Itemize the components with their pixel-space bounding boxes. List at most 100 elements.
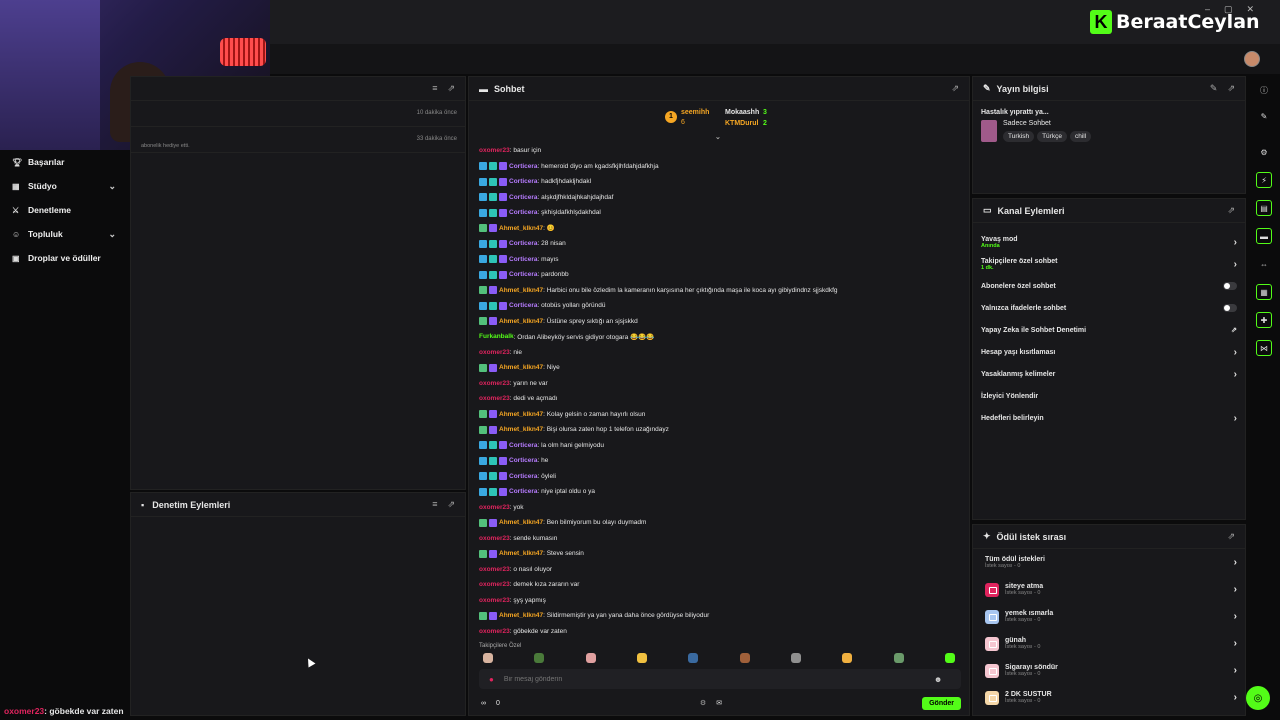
chevron-right-icon[interactable]: ›: [1234, 638, 1237, 649]
send-button[interactable]: Gönder: [922, 696, 961, 710]
document-icon[interactable]: ▤: [1256, 200, 1272, 216]
sidebar-item-moderation[interactable]: ⚔︎ Denetleme: [0, 198, 130, 222]
raid-row[interactable]: İzleyici Yönlendir: [973, 385, 1245, 407]
chat-username[interactable]: Corticera: [509, 302, 538, 309]
gear-icon[interactable]: ⚙︎: [700, 699, 706, 707]
popout-icon[interactable]: ⇗: [951, 83, 959, 94]
chat-username[interactable]: Corticera: [509, 178, 538, 185]
chat-username[interactable]: oxomer23: [479, 628, 510, 635]
chevron-right-icon[interactable]: ›: [1234, 557, 1237, 568]
link-icon[interactable]: ⇔: [1256, 256, 1272, 272]
chat-input[interactable]: [503, 675, 924, 683]
window-controls[interactable]: – ▢ ✕: [1205, 4, 1254, 15]
edit-icon[interactable]: ✎: [1210, 83, 1218, 94]
emote-icon[interactable]: [739, 653, 750, 663]
leaderboard-name[interactable]: KTMDurul: [725, 120, 758, 127]
chevron-right-icon[interactable]: ›: [1234, 347, 1237, 358]
reward-row[interactable]: siteye atma İstek sayısı - 0 ›: [973, 576, 1245, 603]
chat-username[interactable]: oxomer23: [479, 504, 510, 511]
reward-row[interactable]: günah İstek sayısı - 0 ›: [973, 630, 1245, 657]
reward-row[interactable]: yemek ısmarla İstek sayısı - 0 ›: [973, 603, 1245, 630]
account-age-row[interactable]: Hesap yaşı kısıtlaması ›: [973, 341, 1245, 363]
mic-icon[interactable]: ●: [489, 675, 494, 684]
wrench-icon[interactable]: ✚: [1256, 312, 1272, 328]
all-rewards-row[interactable]: Tüm ödül istekleri İstek sayısı - 0 ›: [973, 549, 1245, 576]
chat-username[interactable]: Ahmet_klkn47: [499, 318, 543, 325]
settings-icon[interactable]: ⚙︎: [1256, 144, 1272, 160]
chat-username[interactable]: oxomer23: [479, 535, 510, 542]
reward-row[interactable]: 2 DK SUSTUR İstek sayısı - 0 ›: [973, 684, 1245, 711]
chat-username[interactable]: Ahmet_klkn47: [499, 411, 543, 418]
chat-username[interactable]: Corticera: [509, 256, 538, 263]
chat-username[interactable]: Corticera: [509, 473, 538, 480]
chevron-right-icon[interactable]: ›: [1234, 369, 1237, 380]
chevron-right-icon[interactable]: ›: [1234, 413, 1237, 424]
leaderboard-name[interactable]: seemihh: [681, 109, 709, 116]
emote-icon[interactable]: [534, 653, 545, 663]
chat-username[interactable]: Ahmet_klkn47: [499, 364, 543, 371]
emote-icon[interactable]: [585, 653, 596, 663]
chat-username[interactable]: oxomer23: [479, 349, 510, 356]
chat-username[interactable]: oxomer23: [479, 395, 510, 402]
filter-icon[interactable]: ≡: [432, 499, 437, 510]
emote-icon[interactable]: [790, 653, 801, 663]
chat-username[interactable]: Corticera: [509, 163, 538, 170]
edit-icon[interactable]: ✎: [1256, 108, 1272, 124]
chat-username[interactable]: Corticera: [509, 209, 538, 216]
reward-row[interactable]: Sigarayı söndür İstek sayısı - 0 ›: [973, 657, 1245, 684]
share-icon[interactable]: ⋈: [1256, 340, 1272, 356]
goals-row[interactable]: Hedefleri belirleyin ›: [973, 407, 1245, 429]
chat-icon[interactable]: ▬: [1256, 228, 1272, 244]
sidebar-item-drops[interactable]: ▣ Droplar ve ödüller: [0, 246, 130, 270]
sidebar-item-studio[interactable]: ▦ Stüdyo ⌄: [0, 174, 130, 198]
gift-icon[interactable]: ✉︎: [716, 699, 722, 707]
chat-username[interactable]: Ahmet_klkn47: [499, 225, 543, 232]
chevron-right-icon[interactable]: ›: [1234, 611, 1237, 622]
chevron-right-icon[interactable]: ›: [1234, 584, 1237, 595]
avatar[interactable]: [1244, 51, 1260, 67]
chat-username[interactable]: oxomer23: [479, 597, 510, 604]
chat-username[interactable]: Ahmet_klkn47: [499, 519, 543, 526]
emote-icon[interactable]: [893, 653, 904, 663]
chevron-right-icon[interactable]: ›: [1234, 692, 1237, 703]
chat-username[interactable]: Corticera: [509, 240, 538, 247]
grid-icon[interactable]: ▦: [1256, 284, 1272, 300]
emote-icon[interactable]: [483, 653, 493, 663]
emote-icon[interactable]: [688, 653, 699, 663]
external-link-icon[interactable]: ⇗: [1231, 326, 1237, 334]
emote-icon[interactable]: [636, 653, 647, 663]
chat-username[interactable]: Corticera: [509, 457, 538, 464]
chat-username[interactable]: Ahmet_klkn47: [499, 426, 543, 433]
chat-username[interactable]: oxomer23: [479, 380, 510, 387]
followers-only-row[interactable]: Takipçilere özel sohbet 1 dk. ›: [973, 253, 1245, 275]
emoji-icon[interactable]: ☻: [934, 675, 942, 684]
popout-icon[interactable]: ⇗: [1227, 83, 1235, 94]
close-icon[interactable]: ✕: [1247, 4, 1255, 15]
info-icon[interactable]: ⓘ: [1256, 82, 1272, 98]
slow-mode-row[interactable]: Yavaş mod Anında ›: [973, 231, 1245, 253]
chevron-down-icon[interactable]: ⌄: [108, 181, 116, 192]
support-chat-button[interactable]: ◎: [1246, 686, 1270, 710]
ai-moderation-row[interactable]: Yapay Zeka ile Sohbet Denetimi ⇗: [973, 319, 1245, 341]
chat-username[interactable]: oxomer23: [479, 147, 510, 154]
leaderboard-name[interactable]: Mokaashh: [725, 109, 759, 116]
chat-username[interactable]: Corticera: [509, 194, 538, 201]
popout-icon[interactable]: ⇗: [447, 499, 455, 510]
bolt-icon[interactable]: ⚡︎: [1256, 172, 1272, 188]
chat-username[interactable]: Corticera: [509, 488, 538, 495]
popout-icon[interactable]: ⇗: [447, 83, 455, 94]
banned-words-row[interactable]: Yasaklanmış kelimeler ›: [973, 363, 1245, 385]
chat-username[interactable]: Ahmet_klkn47: [499, 612, 543, 619]
chevron-right-icon[interactable]: ›: [1234, 665, 1237, 676]
toggle-switch[interactable]: [1223, 304, 1237, 312]
popout-icon[interactable]: ⇗: [1227, 205, 1235, 216]
minimize-icon[interactable]: –: [1205, 4, 1210, 15]
filter-icon[interactable]: ≡: [432, 83, 437, 94]
chat-username[interactable]: Ahmet_klkn47: [499, 287, 543, 294]
emote-icon[interactable]: [944, 653, 955, 663]
maximize-icon[interactable]: ▢: [1224, 4, 1233, 15]
sidebar-item-community[interactable]: ☺︎ Topluluk ⌄: [0, 222, 130, 246]
chat-username[interactable]: Ahmet_klkn47: [499, 550, 543, 557]
chevron-down-icon[interactable]: ⌄: [108, 229, 116, 240]
chat-username[interactable]: Furkanbalk: [479, 333, 514, 340]
